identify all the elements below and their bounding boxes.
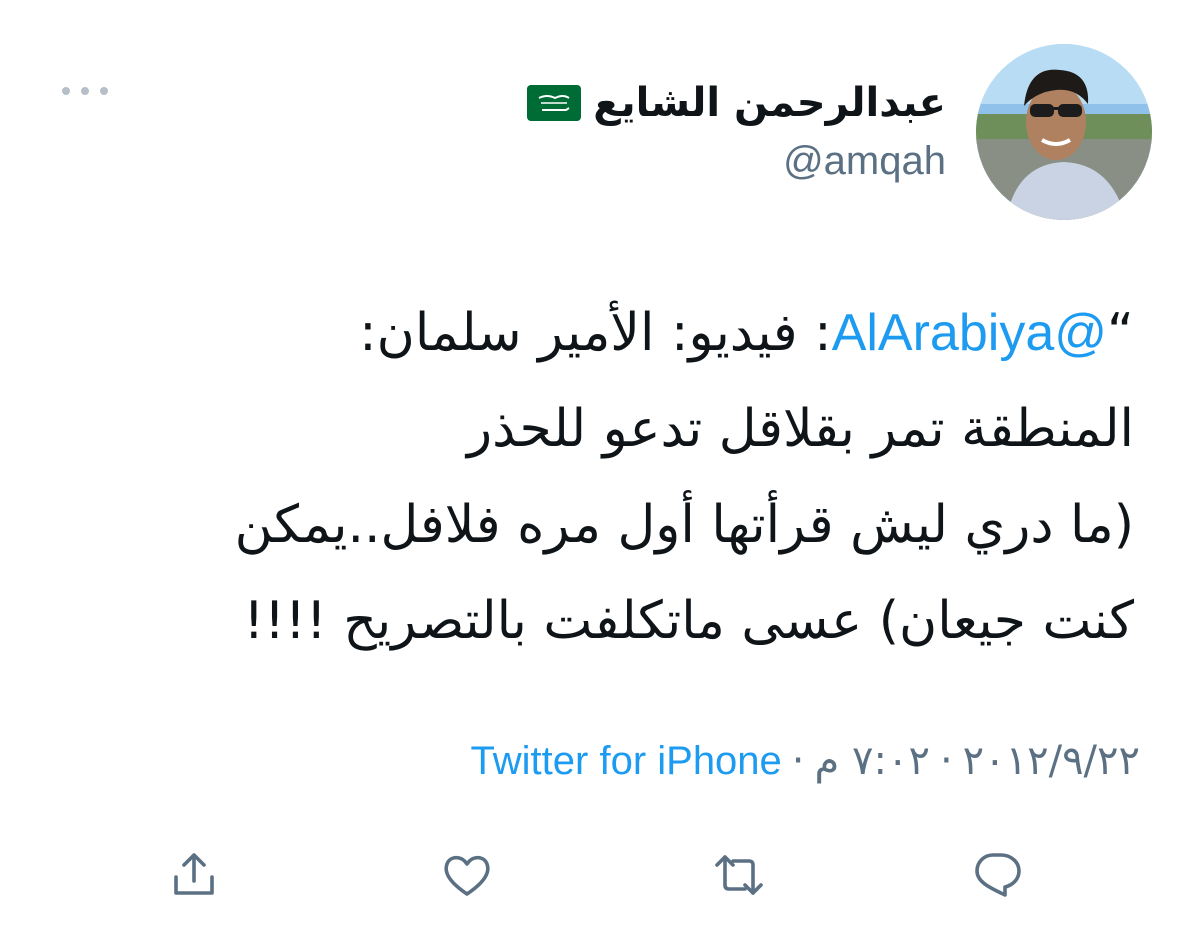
- reply-icon: [975, 853, 1021, 897]
- tweet-line-1: “@AlArabiya: فيديو: الأمير سلمان:: [80, 285, 1134, 381]
- avatar[interactable]: [976, 44, 1152, 220]
- quote-mark: “: [1107, 303, 1134, 363]
- display-name-row: عبدالرحمن الشايع: [527, 79, 946, 127]
- heart-icon: [444, 855, 490, 896]
- tweet-source-link[interactable]: Twitter for iPhone: [471, 739, 782, 784]
- tweet-line-2: المنطقة تمر بقلاقل تدعو للحذر: [467, 399, 1134, 459]
- tweet-line-3: (ما دري ليش قرأتها أول مره فلافل..يمكن: [234, 495, 1134, 555]
- like-button[interactable]: [437, 845, 497, 905]
- mention-link[interactable]: @AlArabiya: [832, 304, 1107, 362]
- saudi-flag-icon: [527, 85, 582, 121]
- tweet-meta: ٢٠١٢/٩/٢٢ · ٧:٠٢ م · Twitter for iPhone: [471, 738, 1140, 784]
- more-dot: [100, 87, 108, 95]
- tweet-line-1-text: : فيديو: الأمير سلمان:: [359, 303, 832, 363]
- tweet-text: “@AlArabiya: فيديو: الأمير سلمان: المنطق…: [80, 285, 1134, 669]
- meta-separator: ·: [791, 738, 805, 784]
- retweet-icon: [715, 855, 763, 895]
- meta-separator: ·: [939, 738, 953, 784]
- tweet-actions: [0, 845, 1200, 905]
- tweet-line-4: كنت جيعان) عسى ماتكلفت بالتصريح !!!!: [243, 591, 1134, 651]
- retweet-button[interactable]: [709, 845, 769, 905]
- share-button[interactable]: [164, 845, 224, 905]
- author-names: عبدالرحمن الشايع @amqah: [527, 79, 946, 185]
- tweet-time[interactable]: ٧:٠٢ م: [815, 738, 930, 784]
- display-name[interactable]: عبدالرحمن الشايع: [593, 79, 946, 127]
- more-dot: [62, 87, 70, 95]
- user-handle[interactable]: @amqah: [783, 137, 946, 185]
- tweet-date[interactable]: ٢٠١٢/٩/٢٢: [963, 738, 1140, 784]
- reply-button[interactable]: [967, 845, 1027, 905]
- more-dot: [81, 87, 89, 95]
- divider: [0, 826, 1200, 827]
- more-options-button[interactable]: [62, 80, 108, 102]
- tweet-header: عبدالرحمن الشايع @amqah: [527, 44, 1152, 220]
- share-icon: [174, 853, 214, 895]
